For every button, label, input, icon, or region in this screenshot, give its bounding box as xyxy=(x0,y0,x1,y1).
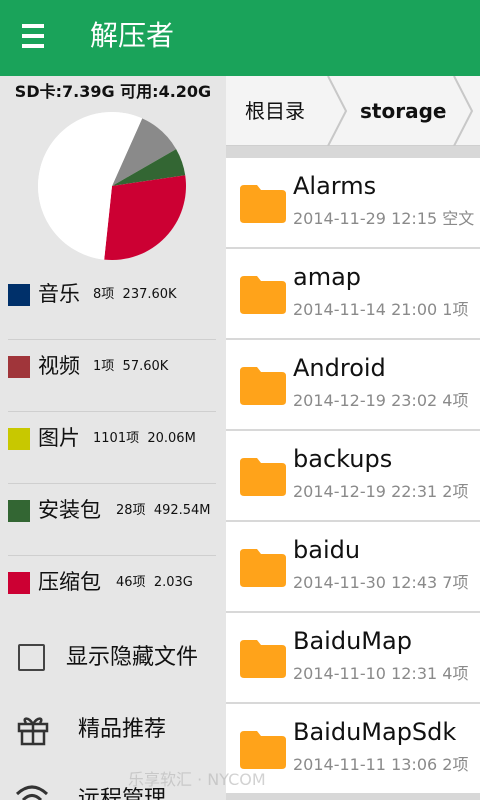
show-hidden-checkbox[interactable] xyxy=(18,644,45,671)
file-row[interactable]: baidu 2014-11-30 12:43 7项 xyxy=(226,522,480,611)
apk-color-swatch xyxy=(8,500,30,522)
category-name: 安装包 xyxy=(38,498,101,522)
file-meta: 2014-11-10 12:31 4项 xyxy=(293,664,469,683)
breadcrumb-current[interactable]: storage xyxy=(360,76,446,146)
file-name: Alarms xyxy=(293,172,377,200)
show-hidden-label[interactable]: 显示隐藏文件 xyxy=(66,642,198,674)
music-color-swatch xyxy=(8,284,30,306)
category-name: 视频 xyxy=(38,354,80,378)
file-name: BaiduMapSdk xyxy=(293,718,457,746)
images-color-swatch xyxy=(8,428,30,450)
category-video[interactable]: 视频 1项 57.60K xyxy=(0,338,226,410)
file-row[interactable]: backups 2014-12-19 22:31 2项 xyxy=(226,431,480,520)
file-name: BaiduMap xyxy=(293,627,412,655)
category-stats: 28项 492.54M xyxy=(116,503,211,518)
file-row[interactable]: amap 2014-11-14 21:00 1项 xyxy=(226,249,480,338)
app-bar: 解压者 xyxy=(0,0,480,76)
file-row[interactable]: BaiduMap 2014-11-10 12:31 4项 xyxy=(226,613,480,702)
hamburger-menu-icon[interactable] xyxy=(22,22,46,50)
pie-slice xyxy=(104,175,187,260)
file-meta: 2014-12-19 22:31 2项 xyxy=(293,482,469,501)
archives-color-swatch xyxy=(8,572,30,594)
category-stats: 46项 2.03G xyxy=(116,575,193,590)
category-name: 图片 xyxy=(38,426,80,450)
category-name: 音乐 xyxy=(38,282,80,306)
category-images[interactable]: 图片 1101项 20.06M xyxy=(0,410,226,482)
video-color-swatch xyxy=(8,356,30,378)
file-name: amap xyxy=(293,263,362,291)
file-meta: 2014-11-11 13:06 2项 xyxy=(293,755,469,774)
category-stats: 1101项 20.06M xyxy=(93,431,196,446)
category-archives[interactable]: 压缩包 46项 2.03G xyxy=(0,554,226,626)
storage-summary: SD卡:7.39G 可用:4.20G xyxy=(14,82,212,101)
folder-icon xyxy=(240,640,286,678)
category-stats: 8项 237.60K xyxy=(93,287,177,302)
chevron-right-icon xyxy=(327,76,348,146)
wifi-icon xyxy=(15,785,49,800)
file-meta: 2014-11-30 12:43 7项 xyxy=(293,573,469,592)
file-meta: 2014-11-29 12:15 空文 xyxy=(293,209,475,228)
file-row[interactable]: Android 2014-12-19 23:02 4项 xyxy=(226,340,480,429)
folder-icon xyxy=(240,458,286,496)
file-browser: 根目录 storage Alarms 2014-11-29 12:15 空文 a… xyxy=(226,76,480,800)
file-row[interactable]: Alarms 2014-11-29 12:15 空文 xyxy=(226,158,480,247)
gift-icon xyxy=(17,717,49,746)
breadcrumb: 根目录 storage xyxy=(226,76,480,146)
file-name: backups xyxy=(293,445,393,473)
sidebar-drawer: SD卡:7.39G 可用:4.20G 音乐 8项 237.60K 视频 1项 5… xyxy=(0,76,226,800)
chevron-right-icon xyxy=(453,76,474,146)
folder-icon xyxy=(240,276,286,314)
file-meta: 2014-11-14 21:00 1项 xyxy=(293,300,469,319)
category-music[interactable]: 音乐 8项 237.60K xyxy=(0,266,226,338)
file-name: Android xyxy=(293,354,386,382)
category-name: 压缩包 xyxy=(38,570,101,594)
watermark: 乐享软汇 · NYCOM xyxy=(128,770,266,789)
category-stats: 1项 57.60K xyxy=(93,359,169,374)
app-title: 解压者 xyxy=(90,19,175,52)
folder-icon xyxy=(240,185,286,223)
folder-icon xyxy=(240,731,286,769)
category-apk[interactable]: 安装包 28项 492.54M xyxy=(0,482,226,554)
file-name: baidu xyxy=(293,536,361,564)
storage-pie-chart xyxy=(38,112,187,260)
recommend-menu-item[interactable]: 精品推荐 xyxy=(78,714,166,746)
breadcrumb-root[interactable]: 根目录 xyxy=(245,76,305,146)
folder-icon xyxy=(240,549,286,587)
folder-icon xyxy=(240,367,286,405)
file-meta: 2014-12-19 23:02 4项 xyxy=(293,391,469,410)
